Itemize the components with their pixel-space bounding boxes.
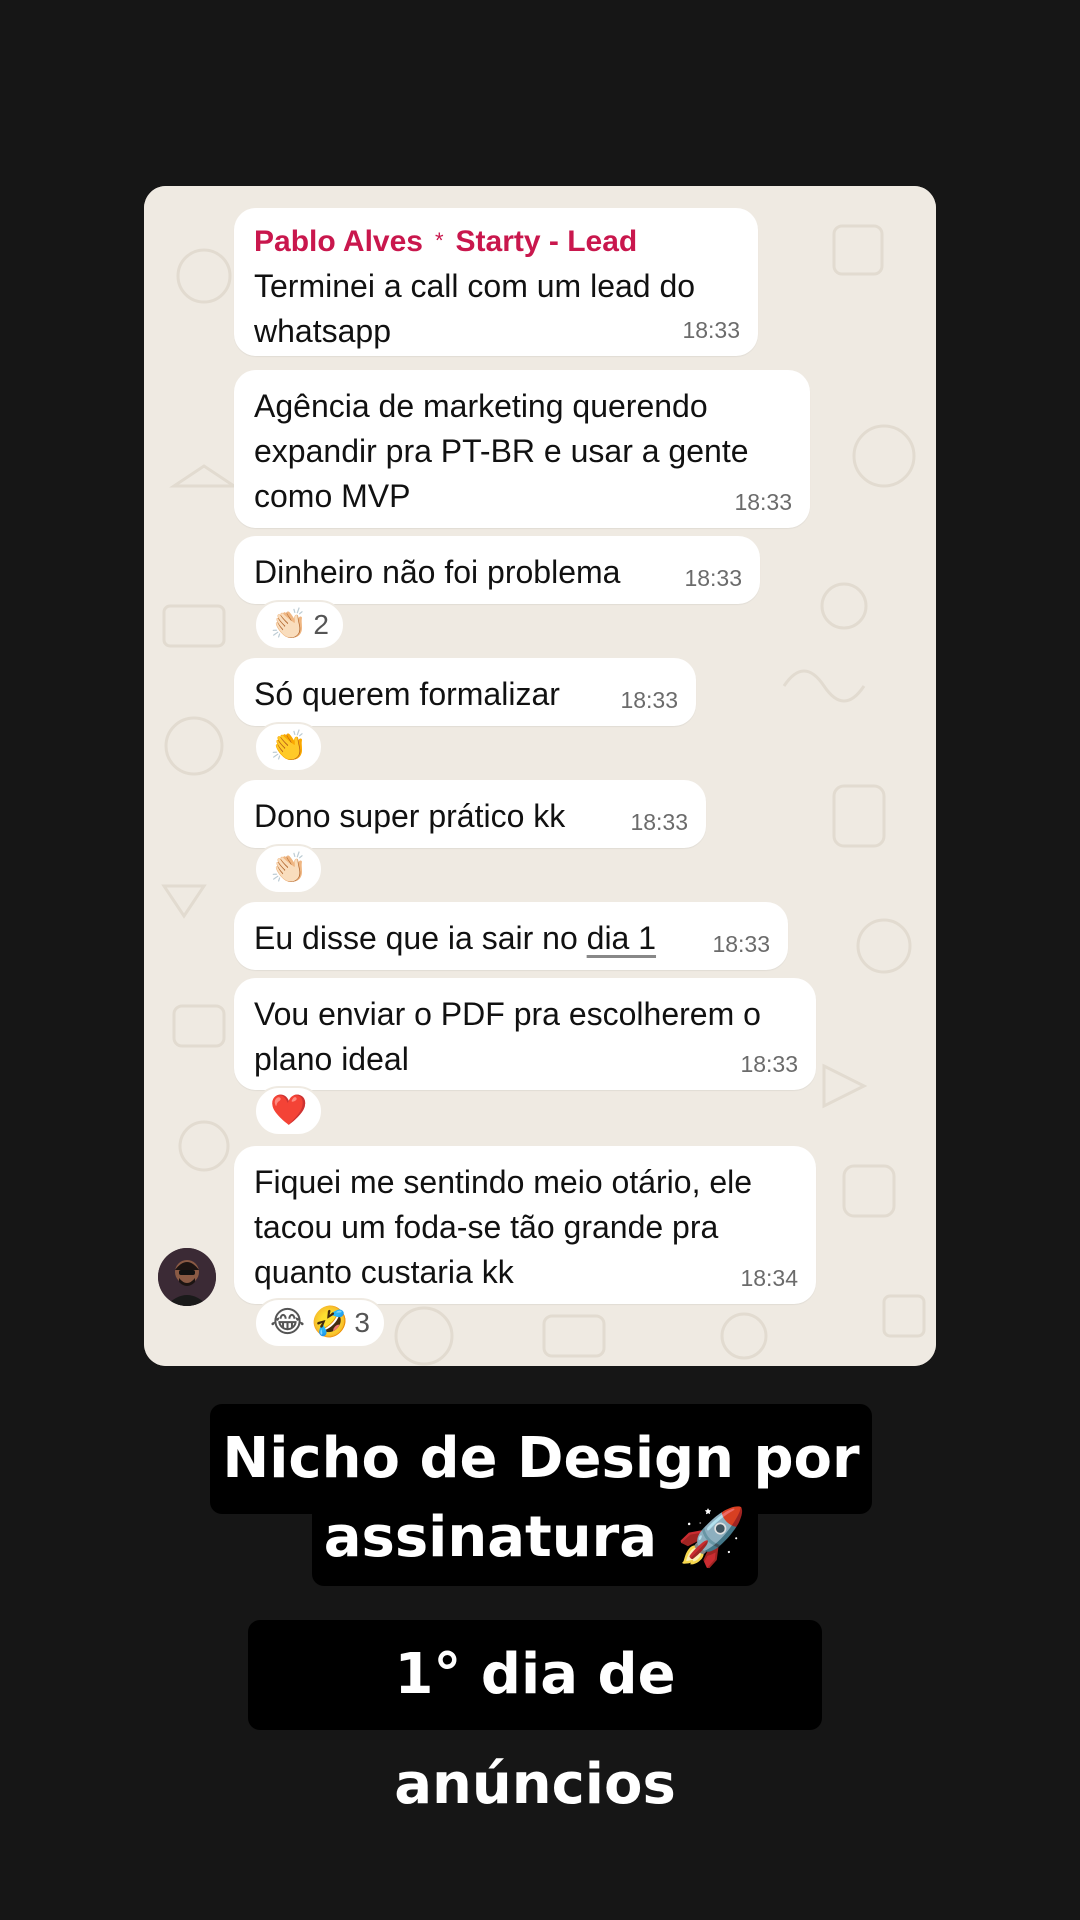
reaction-badge[interactable]: 👏🏻	[254, 844, 324, 894]
message-text: Agência de marketing querendo expandir p…	[254, 388, 749, 514]
person-avatar-icon	[158, 1248, 216, 1306]
message-bubble[interactable]: Dono super prático kk 18:33	[234, 780, 706, 848]
rofl-emoji-icon: 🤣	[311, 1306, 349, 1339]
message-time: 18:33	[684, 565, 742, 591]
heart-emoji-icon: ❤️	[270, 1094, 308, 1127]
reaction-count: 2	[313, 609, 329, 640]
message-time: 18:33	[712, 931, 770, 957]
message-time: 18:34	[740, 1265, 798, 1291]
message-bubble[interactable]: Eu disse que ia sair no dia 1 18:33	[234, 902, 788, 970]
message-text: Dono super prático kk	[254, 798, 566, 834]
reaction-badge[interactable]: 👏	[254, 722, 324, 772]
message-time: 18:33	[630, 809, 688, 835]
message-time: 18:33	[740, 1051, 798, 1077]
message-text: Só querem formalizar	[254, 676, 560, 712]
caption-line-3: 1° dia de anúncios	[248, 1620, 822, 1817]
message-bubble[interactable]: Pablo Alves * Starty - Lead Terminei a cal…	[234, 208, 758, 356]
group-label: Starty - Lead	[455, 225, 638, 258]
sender-name[interactable]: Pablo Alves	[254, 225, 423, 258]
reaction-badge[interactable]: ❤️	[254, 1086, 324, 1136]
message-bubble[interactable]: Vou enviar o PDF pra escolherem o plano …	[234, 978, 816, 1090]
clap-emoji-icon: 👏🏻	[270, 608, 308, 641]
message-time: 18:33	[620, 687, 678, 713]
message-bubble[interactable]: Só querem formalizar 18:33	[234, 658, 696, 726]
message-time: 18:33	[734, 489, 792, 515]
reaction-badge[interactable]: 😂 🤣 3	[254, 1298, 386, 1348]
sender-separator: *	[434, 228, 444, 253]
message-text: Fiquei me sentindo meio otário, ele taco…	[254, 1164, 753, 1290]
message-bubble[interactable]: Dinheiro não foi problema 18:33	[234, 536, 760, 604]
clap-emoji-icon: 👏🏻	[270, 852, 308, 885]
message-text-prefix: Eu disse que ia sair no	[254, 920, 587, 956]
message-text: Dinheiro não foi problema	[254, 554, 621, 590]
clap-emoji-icon: 👏	[270, 730, 308, 763]
caption-line-2: assinatura 🚀	[312, 1500, 758, 1586]
avatar[interactable]	[158, 1248, 216, 1306]
message-text: Eu disse que ia sair no dia 1	[254, 916, 768, 961]
date-link[interactable]: dia 1	[587, 920, 656, 956]
message-bubble[interactable]: Agência de marketing querendo expandir p…	[234, 370, 810, 528]
reaction-badge[interactable]: 👏🏻 2	[254, 600, 345, 650]
laughing-emoji-icon: 😂	[270, 1306, 306, 1339]
message-bubble[interactable]: Fiquei me sentindo meio otário, ele taco…	[234, 1146, 816, 1304]
reaction-count: 3	[354, 1307, 370, 1338]
message-text: Terminei a call com um lead do whatsapp	[254, 268, 696, 349]
message-text: Vou enviar o PDF pra escolherem o plano …	[254, 996, 761, 1077]
caption-line-1: Nicho de Design por	[210, 1404, 872, 1514]
chat-screenshot: Pablo Alves * Starty - Lead Terminei a cal…	[144, 186, 936, 1366]
sender-header: Pablo Alves * Starty - Lead	[254, 222, 738, 264]
message-time: 18:33	[682, 317, 740, 343]
